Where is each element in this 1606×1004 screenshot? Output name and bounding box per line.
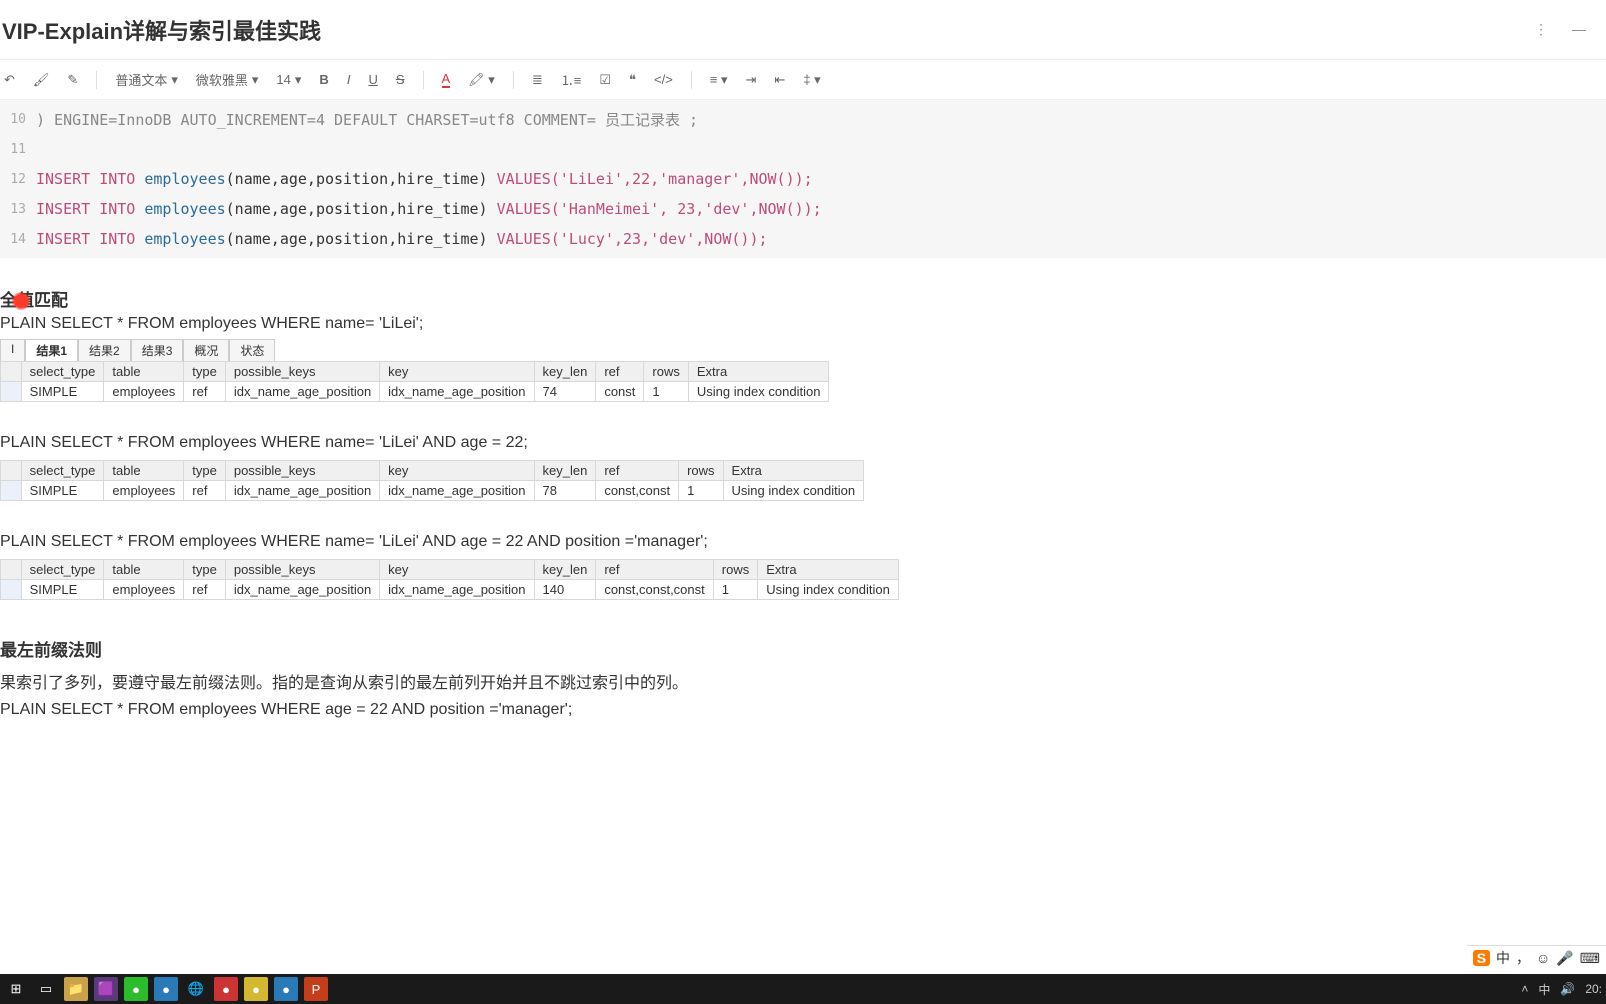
highlight-button[interactable]: 🖍 ▾ [468,72,495,88]
highlighted-cell: const,const,const [596,580,713,600]
col-header: select_type [21,362,104,382]
toolbar: ↶ 🖌 ✎ 普通文本 ▾ 微软雅黑 ▾ 14 ▾ B I U S A 🖍 ▾ ≣… [0,60,1606,100]
body-text: 果索引了多列，要遵守最左前缀法则。指的是查询从索引的最左前列开始并且不跳过索引中… [0,669,1606,693]
ordered-list-button[interactable]: ⒈≡ [561,70,582,89]
checklist-button[interactable]: ☑ [599,72,611,88]
table-row: SIMPLE employees ref idx_name_age_positi… [1,382,829,402]
start-button[interactable]: ⊞ [4,977,28,1001]
app-icon[interactable]: ● [214,977,238,1001]
code-block: 10) ENGINE=InnoDB AUTO_INCREMENT=4 DEFAU… [0,100,1606,258]
app-icon[interactable]: ● [244,977,268,1001]
result-tabs: I 结果1 结果2 结果3 概况 状态 [0,339,1606,361]
table-row: SIMPLEemployeesref idx_name_age_position… [1,580,899,600]
highlighted-cell: 74 [534,382,596,402]
size-select[interactable]: 14 ▾ [276,72,301,88]
sql-statement: PLAIN SELECT * FROM employees WHERE name… [0,315,1606,333]
col-header [1,362,22,382]
ime-keyboard-icon[interactable]: ⌨ [1580,950,1600,967]
col-header: Extra [688,362,829,382]
strike-button[interactable]: S [396,72,405,87]
minimize-icon[interactable]: — [1572,21,1586,38]
file-explorer-icon[interactable]: 📁 [64,977,88,1001]
tab-info[interactable]: I [0,339,25,361]
code-button[interactable]: </> [654,72,673,87]
document-title: VIP-Explain详解与索引最佳实践 [0,14,321,46]
code-line: 12INSERT INTO employees(name,age,positio… [0,164,1606,194]
laser-pointer [12,292,30,310]
col-header: key_len [534,362,596,382]
chevron-down-icon: ▾ [295,72,302,88]
highlighted-cell: const [596,382,644,402]
wechat-icon[interactable]: ● [124,977,148,1001]
col-header: ref [596,362,644,382]
code-line: 13INSERT INTO employees(name,age,positio… [0,194,1606,224]
tab-status[interactable]: 状态 [229,339,275,361]
result-table-1: select_type table type possible_keys key… [0,361,829,402]
highlighted-cell: const,const [596,481,679,501]
col-header: key [380,362,534,382]
powerpoint-icon[interactable]: P [304,977,328,1001]
unordered-list-button[interactable]: ≣ [532,72,543,88]
section-heading: 最左前缀法则 [0,636,1606,661]
tab-result3[interactable]: 结果3 [131,339,184,361]
table-row: SIMPLEemployeesref idx_name_age_position… [1,481,864,501]
table-header-row: select_typetabletype possible_keyskey ke… [1,461,864,481]
result-table-3: select_typetabletype possible_keyskey ke… [0,559,899,600]
more-icon[interactable]: ⋮ [1534,21,1548,38]
indent-right-button[interactable]: ⇥ [746,72,757,88]
ime-punct-icon[interactable]: ， [1516,948,1530,968]
brush-icon[interactable]: 🖌 [33,72,50,88]
line-height-button[interactable]: ‡ ▾ [803,72,820,88]
quote-button[interactable]: ❝ [629,72,636,88]
text-color-button[interactable]: A [442,71,451,88]
chevron-down-icon: ▾ [171,72,178,88]
task-view-icon[interactable]: ▭ [34,977,58,1001]
code-line: 10) ENGINE=InnoDB AUTO_INCREMENT=4 DEFAU… [0,104,1606,134]
tab-result1[interactable]: 结果1 [25,339,78,361]
ime-lang-tray[interactable]: 中 [1538,981,1550,998]
youdao-icon[interactable]: ● [154,977,178,1001]
ime-bar: S 中 ， ☺ 🎤 ⌨ [1467,945,1606,970]
tray-chevron-icon[interactable]: ˄ [1521,982,1528,996]
clear-format-icon[interactable]: ✎ [67,72,78,88]
chevron-down-icon: ▾ [252,72,259,88]
highlighted-cell: 78 [534,481,596,501]
code-line: 14INSERT INTO employees(name,age,positio… [0,224,1606,254]
font-select[interactable]: 微软雅黑 ▾ [196,70,259,89]
tab-profile[interactable]: 概况 [183,339,229,361]
col-header: rows [644,362,688,382]
taskbar: ⊞ ▭ 📁 🟪 ● ● 🌐 ● ● ● P ˄ 中 🔊 20: [0,974,1606,1004]
table-header-row: select_type table type possible_keys key… [1,362,829,382]
ime-mic-icon[interactable]: 🎤 [1556,950,1573,967]
align-button[interactable]: ≡ ▾ [710,72,728,88]
title-bar: VIP-Explain详解与索引最佳实践 ⋮ — [0,0,1606,60]
code-line: 11 [0,134,1606,164]
tab-result2[interactable]: 结果2 [78,339,131,361]
sogou-icon: S [1473,950,1490,966]
result-table-2: select_typetabletype possible_keyskey ke… [0,460,864,501]
indent-left-button[interactable]: ⇤ [774,72,785,88]
underline-button[interactable]: U [368,72,377,87]
col-header: table [104,362,184,382]
volume-icon[interactable]: 🔊 [1560,982,1575,996]
ime-lang[interactable]: 中 [1496,948,1510,968]
chrome-icon[interactable]: 🌐 [184,977,208,1001]
col-header: type [184,362,226,382]
sql-statement: PLAIN SELECT * FROM employees WHERE age … [0,701,1606,719]
sql-statement: PLAIN SELECT * FROM employees WHERE name… [0,533,1606,551]
content-area: 10) ENGINE=InnoDB AUTO_INCREMENT=4 DEFAU… [0,100,1606,964]
clock[interactable]: 20: [1585,982,1602,996]
undo-icon[interactable]: ↶ [4,72,15,88]
app-icon[interactable]: ● [274,977,298,1001]
col-header: possible_keys [225,362,379,382]
highlighted-cell: 140 [534,580,596,600]
app-icon[interactable]: 🟪 [94,977,118,1001]
section-heading: 全值匹配 [0,286,1606,311]
italic-button[interactable]: I [347,72,351,87]
sql-statement: PLAIN SELECT * FROM employees WHERE name… [0,434,1606,452]
ime-emoji-icon[interactable]: ☺ [1536,950,1550,966]
bold-button[interactable]: B [319,72,328,87]
style-select[interactable]: 普通文本 ▾ [115,70,178,89]
table-header-row: select_typetabletype possible_keyskey ke… [1,560,899,580]
